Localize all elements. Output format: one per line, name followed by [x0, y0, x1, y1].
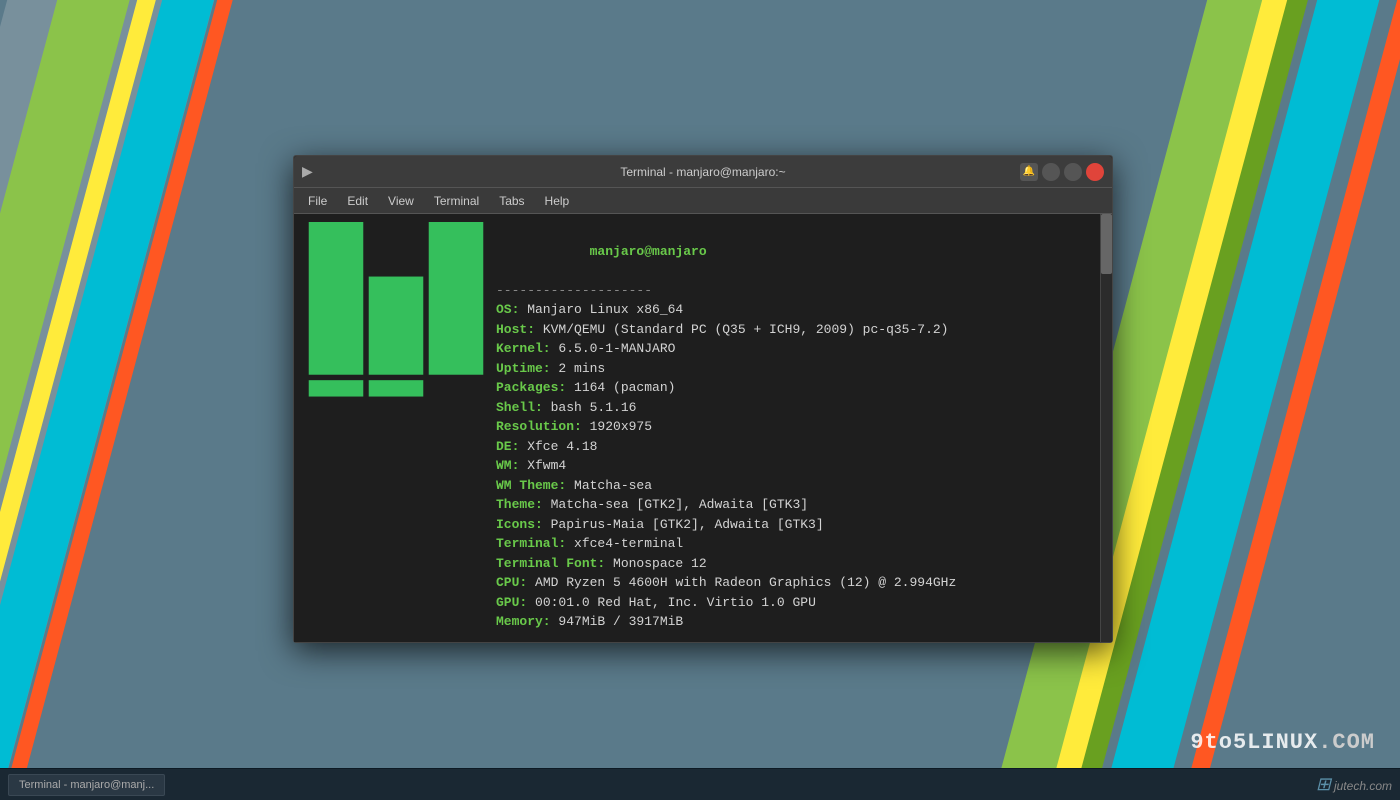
info-value: xfce4-terminal [566, 536, 683, 551]
info-value: 1920x975 [582, 419, 652, 434]
info-value: AMD Ryzen 5 4600H with Radeon Graphics (… [527, 575, 956, 590]
info-line: OS: Manjaro Linux x86_64 [496, 300, 1088, 320]
info-line: Icons: Papirus-Maia [GTK2], Adwaita [GTK… [496, 515, 1088, 535]
info-line: Theme: Matcha-sea [GTK2], Adwaita [GTK3] [496, 495, 1088, 515]
info-line: WM Theme: Matcha-sea [496, 476, 1088, 496]
info-label: Memory: [496, 614, 551, 629]
info-label: DE: [496, 439, 519, 454]
info-line: Terminal: xfce4-terminal [496, 534, 1088, 554]
taskbar-terminal-item[interactable]: Terminal - manjaro@manj... [8, 774, 165, 796]
info-label: Icons: [496, 517, 543, 532]
info-line: CPU: AMD Ryzen 5 4600H with Radeon Graph… [496, 573, 1088, 593]
info-value: Matcha-sea [566, 478, 652, 493]
info-label: CPU: [496, 575, 527, 590]
info-label: Theme: [496, 497, 543, 512]
menu-view[interactable]: View [378, 191, 424, 211]
terminal-window: ▶ Terminal - manjaro@manjaro:~ 🔔 File Ed… [293, 155, 1113, 643]
info-value: 1164 (pacman) [566, 380, 675, 395]
info-value: Manjaro Linux x86_64 [519, 302, 683, 317]
info-line: Memory: 947MiB / 3917MiB [496, 612, 1088, 632]
watermark: 9to5LINUX.COM [1190, 730, 1375, 755]
terminal-body: manjaro@manjaro -------------------- OS:… [294, 214, 1112, 642]
info-label: Host: [496, 322, 535, 337]
terminal-app-icon: ▶ [302, 163, 313, 180]
taskbar-brand-text: jutech.com [1334, 779, 1392, 793]
info-line: Kernel: 6.5.0-1-MANJARO [496, 339, 1088, 359]
terminal-scrollbar[interactable] [1100, 214, 1112, 642]
terminal-titlebar: ▶ Terminal - manjaro@manjaro:~ 🔔 [294, 156, 1112, 188]
info-line: Packages: 1164 (pacman) [496, 378, 1088, 398]
separator-line: -------------------- [496, 281, 1088, 301]
bell-button[interactable]: 🔔 [1020, 163, 1038, 181]
info-value: Xfwm4 [519, 458, 566, 473]
menu-terminal[interactable]: Terminal [424, 191, 489, 211]
info-label: WM Theme: [496, 478, 566, 493]
info-label: Resolution: [496, 419, 582, 434]
taskbar: Terminal - manjaro@manj... ⊞ jutech.com [0, 768, 1400, 800]
info-value: 947MiB / 3917MiB [551, 614, 684, 629]
info-line: WM: Xfwm4 [496, 456, 1088, 476]
info-label: Packages: [496, 380, 566, 395]
info-line: Uptime: 2 mins [496, 359, 1088, 379]
username-line: manjaro@manjaro [496, 222, 1088, 281]
info-label: OS: [496, 302, 519, 317]
taskbar-right: ⊞ jutech.com [1316, 774, 1392, 795]
info-lines-container: OS: Manjaro Linux x86_64Host: KVM/QEMU (… [496, 300, 1088, 632]
info-label: Shell: [496, 400, 543, 415]
close-button[interactable] [1086, 163, 1104, 181]
taskbar-brand-icons: ⊞ [1316, 774, 1331, 794]
info-line: Host: KVM/QEMU (Standard PC (Q35 + ICH9,… [496, 320, 1088, 340]
terminal-content[interactable]: manjaro@manjaro -------------------- OS:… [294, 214, 1100, 642]
watermark-text: 9to5LINUX [1190, 730, 1318, 755]
info-value: Monospace 12 [605, 556, 706, 571]
maximize-button[interactable] [1064, 163, 1082, 181]
watermark-suffix: .COM [1318, 730, 1375, 755]
username-text: manjaro@manjaro [590, 244, 707, 259]
minimize-button[interactable] [1042, 163, 1060, 181]
info-value: Matcha-sea [GTK2], Adwaita [GTK3] [543, 497, 808, 512]
info-label: Uptime: [496, 361, 551, 376]
info-label: GPU: [496, 595, 527, 610]
info-value: 2 mins [551, 361, 606, 376]
scrollbar-thumb[interactable] [1101, 214, 1112, 274]
info-value: 00:01.0 Red Hat, Inc. Virtio 1.0 GPU [527, 595, 816, 610]
terminal-menubar: File Edit View Terminal Tabs Help [294, 188, 1112, 214]
info-label: WM: [496, 458, 519, 473]
info-line: Shell: bash 5.1.16 [496, 398, 1088, 418]
info-label: Terminal: [496, 536, 566, 551]
info-label: Kernel: [496, 341, 551, 356]
info-value: Papirus-Maia [GTK2], Adwaita [GTK3] [543, 517, 824, 532]
titlebar-left: ▶ [302, 163, 313, 180]
terminal-title: Terminal - manjaro@manjaro:~ [620, 165, 785, 179]
info-value: 6.5.0-1-MANJARO [551, 341, 676, 356]
info-line: GPU: 00:01.0 Red Hat, Inc. Virtio 1.0 GP… [496, 593, 1088, 613]
taskbar-brand: ⊞ jutech.com [1316, 774, 1392, 795]
menu-tabs[interactable]: Tabs [489, 191, 534, 211]
info-line: Terminal Font: Monospace 12 [496, 554, 1088, 574]
neofetch-info: manjaro@manjaro -------------------- OS:… [496, 222, 1088, 642]
info-value: Xfce 4.18 [519, 439, 597, 454]
menu-edit[interactable]: Edit [337, 191, 378, 211]
menu-help[interactable]: Help [535, 191, 580, 211]
info-value: bash 5.1.16 [543, 400, 637, 415]
titlebar-controls: 🔔 [1020, 163, 1104, 181]
info-line: DE: Xfce 4.18 [496, 437, 1088, 457]
info-label: Terminal Font: [496, 556, 605, 571]
info-line: Resolution: 1920x975 [496, 417, 1088, 437]
neofetch-logo [306, 222, 496, 642]
info-value: KVM/QEMU (Standard PC (Q35 + ICH9, 2009)… [535, 322, 948, 337]
menu-file[interactable]: File [298, 191, 337, 211]
neofetch-container: manjaro@manjaro -------------------- OS:… [306, 222, 1088, 642]
